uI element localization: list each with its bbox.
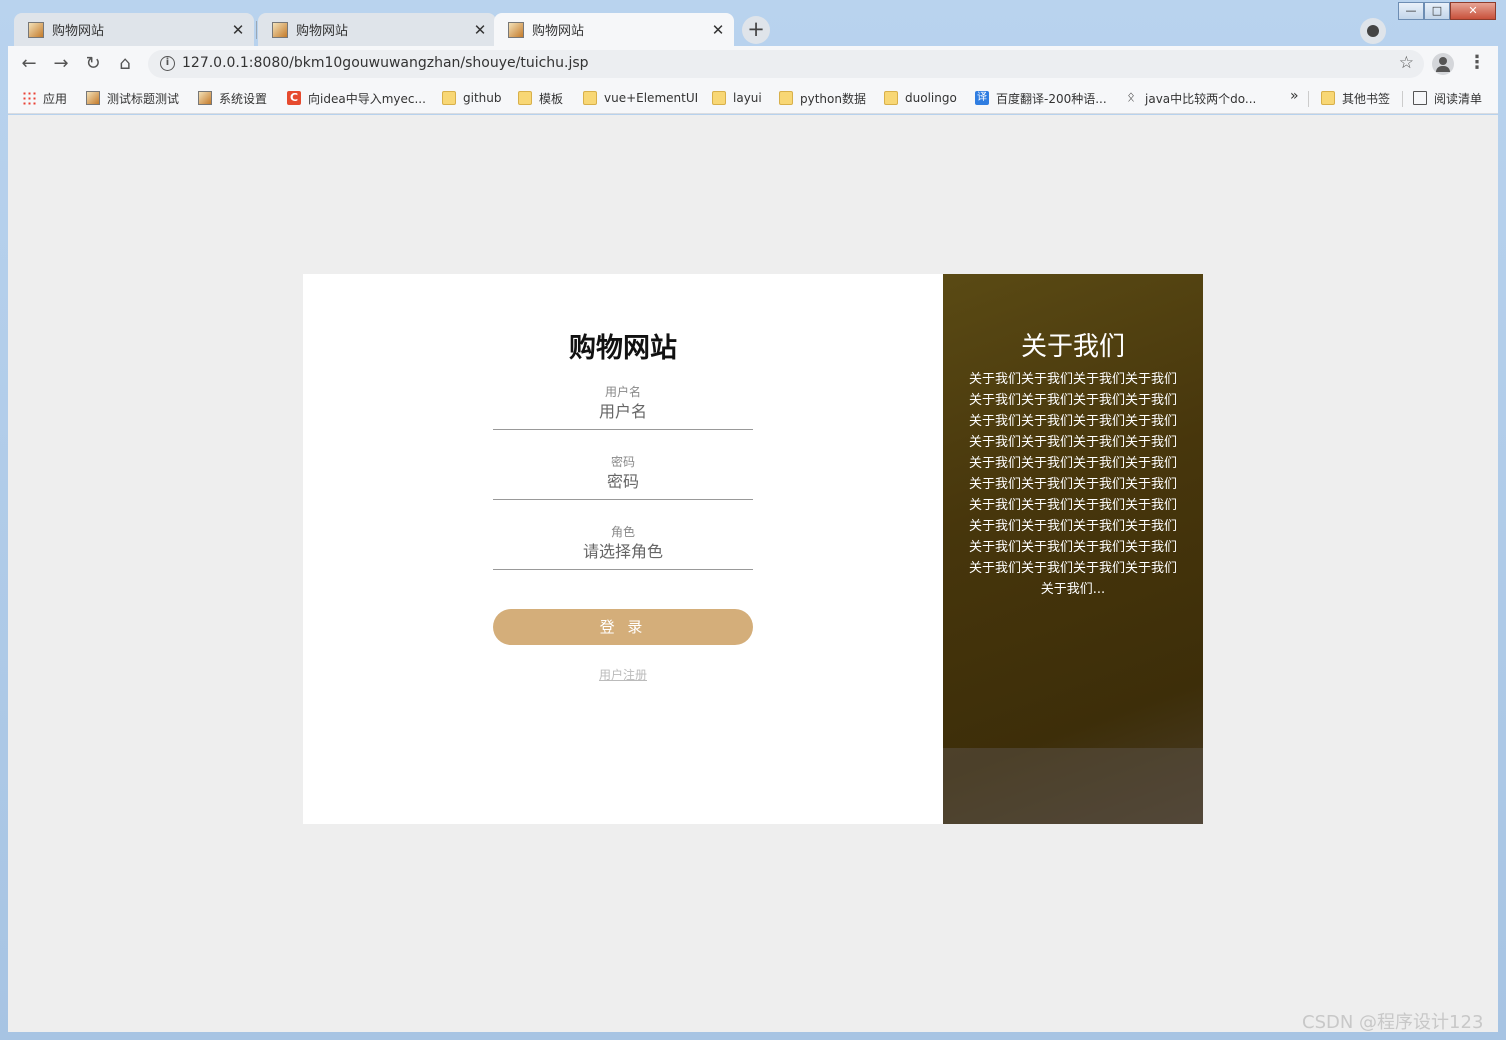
back-arrow-icon[interactable]: ← [16, 51, 42, 77]
reload-icon[interactable]: ↻ [80, 51, 106, 77]
about-title: 关于我们 [1020, 332, 1125, 362]
bookmark-label: duolingo [905, 91, 957, 105]
folder-icon [712, 91, 726, 105]
bookmark-label: 向idea中导入myec... [308, 91, 426, 106]
site-info-icon[interactable]: i [160, 56, 175, 71]
bookmarks-bar: 应用 测试标题测试 系统设置 C 向idea中导入myec... github 模… [8, 82, 1498, 114]
password-label: 密码 [610, 455, 635, 469]
bookmark-label: 模板 [539, 91, 564, 106]
bookmark-star-icon[interactable]: ☆ [1399, 53, 1414, 73]
bookmark-item[interactable]: 系统设置 [198, 89, 267, 107]
tab-3-active[interactable]: 购物网站 ✕ [494, 13, 734, 46]
folder-icon [583, 91, 597, 105]
site-title: 购物网站 [569, 333, 677, 364]
new-tab-plus-icon[interactable]: + [742, 16, 770, 44]
bookmark-label: 系统设置 [219, 91, 268, 106]
tab-close-icon[interactable]: ✕ [228, 21, 248, 39]
bookmark-folder[interactable]: python数据 [779, 89, 866, 107]
role-label: 角色 [610, 525, 635, 539]
window-controls: — □ ✕ [1398, 2, 1496, 20]
bookmark-label: 百度翻译-200种语... [996, 91, 1107, 106]
url-text[interactable]: 127.0.0.1:8080/bkm10gouwuwangzhan/shouye… [182, 55, 589, 71]
bookmark-label: java中比较两个do... [1145, 91, 1257, 106]
tab-separator [256, 21, 257, 39]
tab-search-icon[interactable] [1360, 18, 1386, 44]
tab-close-icon[interactable]: ✕ [470, 21, 490, 39]
bookmark-separator [1308, 91, 1309, 107]
more-bookmarks-chevron-icon[interactable]: » [1290, 88, 1299, 104]
maximize-icon[interactable]: □ [1424, 2, 1450, 20]
home-icon[interactable]: ⌂ [112, 51, 138, 77]
bookmark-label: python数据 [800, 91, 866, 106]
username-field[interactable]: 用户名 用户名 [493, 384, 753, 430]
java-icon: ᛟ [1127, 90, 1135, 105]
register-link[interactable]: 用户注册 [303, 666, 943, 683]
role-select[interactable]: 请选择角色 [493, 540, 753, 566]
username-input[interactable]: 用户名 [493, 400, 753, 426]
window-close-icon[interactable]: ✕ [1450, 2, 1496, 20]
bookmark-folder[interactable]: github [442, 89, 501, 107]
folder-icon [518, 91, 532, 105]
translate-icon: 译 [975, 91, 989, 105]
about-text: 关于我们关于我们关于我们关于我们关于我们关于我们关于我们关于我们关于我们关于我们… [968, 372, 1177, 597]
forward-arrow-icon[interactable]: → [48, 51, 74, 77]
site-favicon-icon [272, 21, 288, 38]
tab-title: 购物网站 [52, 24, 105, 39]
site-favicon-icon [28, 21, 44, 38]
folder-icon [442, 91, 456, 105]
bookmark-other-folder[interactable]: 其他书签 [1321, 89, 1390, 107]
tab-2[interactable]: 购物网站 ✕ [258, 13, 496, 46]
login-button[interactable]: 登 录 [493, 609, 753, 645]
bookmark-apps[interactable]: 应用 [22, 89, 67, 107]
bookmark-item[interactable]: 译百度翻译-200种语... [975, 89, 1107, 107]
tab-title: 购物网站 [532, 24, 585, 39]
tab-1[interactable]: 购物网站 ✕ [14, 13, 254, 46]
bookmark-folder[interactable]: vue+ElementUI [583, 89, 698, 107]
bookmark-label: 测试标题测试 [107, 91, 180, 106]
page-icon [86, 91, 100, 105]
browser-toolbar: ← → ↻ ⌂ i 127.0.0.1:8080/bkm10gouwuwangz… [8, 46, 1498, 82]
minimize-icon[interactable]: — [1398, 2, 1424, 20]
tab-close-icon[interactable]: ✕ [708, 21, 728, 39]
bookmark-label: vue+ElementUI [604, 91, 699, 105]
role-field[interactable]: 角色 请选择角色 [493, 524, 753, 570]
bookmark-label: 阅读清单 [1434, 91, 1483, 106]
apps-icon [22, 91, 36, 105]
bookmark-item[interactable]: 测试标题测试 [86, 89, 179, 107]
about-panel: 关于我们 关于我们关于我们关于我们关于我们关于我们关于我们关于我们关于我们关于我… [943, 274, 1203, 824]
bookmark-label: 其他书签 [1342, 91, 1391, 106]
csdn-watermark: CSDN @程序设计123 [1302, 1012, 1484, 1033]
password-input[interactable]: 密码 [493, 470, 753, 496]
bookmark-item[interactable]: ᛟ java中比较两个do... [1124, 89, 1256, 107]
reading-list-icon [1413, 91, 1427, 105]
bookmark-label: github [463, 91, 502, 105]
folder-icon [1321, 91, 1335, 105]
page-icon [198, 91, 212, 105]
kebab-menu-icon[interactable]: ⋮ [1468, 52, 1486, 76]
bookmark-folder[interactable]: 模板 [518, 89, 563, 107]
password-field[interactable]: 密码 密码 [493, 454, 753, 500]
folder-icon [884, 91, 898, 105]
account-avatar-icon[interactable] [1432, 53, 1454, 75]
address-bar[interactable]: i 127.0.0.1:8080/bkm10gouwuwangzhan/shou… [148, 50, 1424, 78]
bookmark-label: 应用 [43, 91, 68, 106]
csdn-icon: C [287, 91, 301, 105]
bookmark-folder[interactable]: duolingo [884, 89, 957, 107]
reading-list[interactable]: 阅读清单 [1413, 89, 1482, 107]
username-label: 用户名 [604, 385, 641, 399]
page-viewport: 购物网站 用户名 用户名 密码 密码 角色 请选择角色 登 录 用户注册 关于我… [8, 115, 1498, 1032]
site-favicon-icon [508, 21, 524, 38]
login-panel: 购物网站 用户名 用户名 密码 密码 角色 请选择角色 登 录 用户注册 [303, 274, 943, 824]
browser-window: 购物网站 ✕ 购物网站 ✕ 购物网站 ✕ + — □ ✕ ← → ↻ ⌂ i 1… [0, 0, 1506, 1040]
bookmark-item[interactable]: C 向idea中导入myec... [287, 89, 426, 107]
bookmark-separator [1402, 91, 1403, 107]
tab-title: 购物网站 [296, 24, 349, 39]
login-card: 购物网站 用户名 用户名 密码 密码 角色 请选择角色 登 录 用户注册 关于我… [303, 274, 1203, 824]
bookmark-label: layui [733, 91, 762, 105]
bookmark-folder[interactable]: layui [712, 89, 762, 107]
folder-icon [779, 91, 793, 105]
